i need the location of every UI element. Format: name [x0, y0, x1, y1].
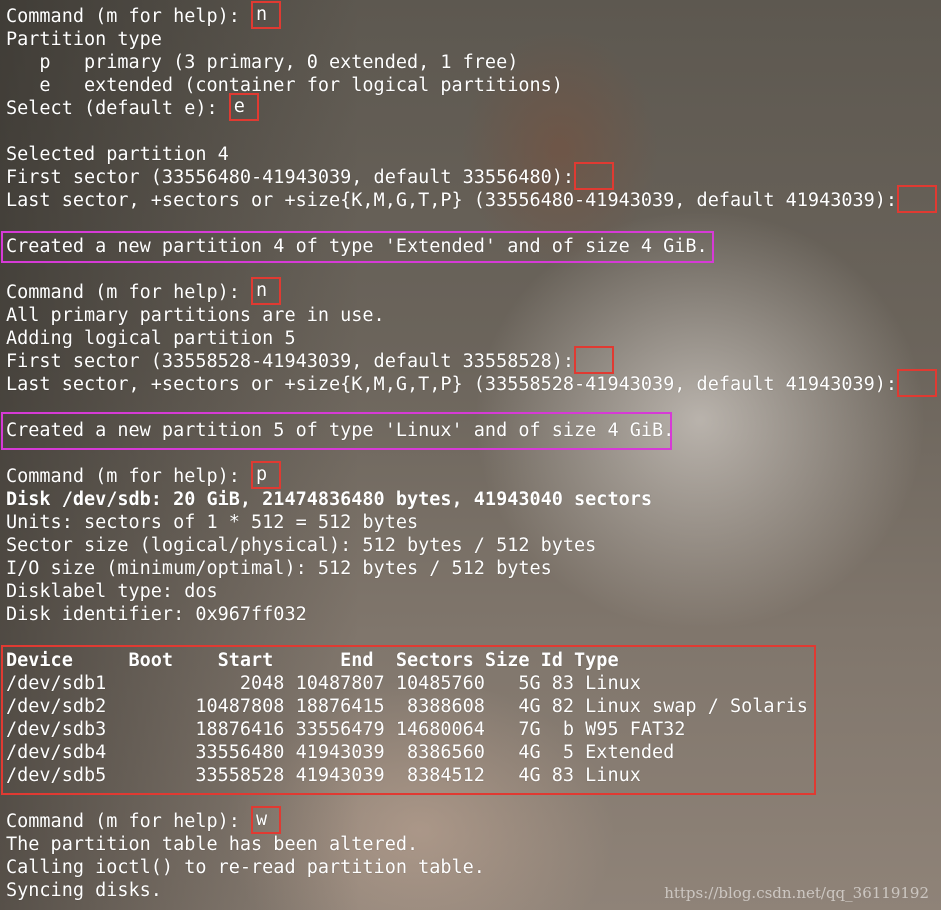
typed-input-box: w [251, 806, 282, 834]
typed-input-box [897, 369, 938, 397]
terminal-line: Disklabel type: dos [6, 581, 218, 602]
terminal-line: I/O size (minimum/optimal): 512 bytes / … [6, 558, 552, 579]
terminal-line: e extended (container for logical partit… [6, 75, 563, 96]
terminal-line: First sector (33556480-41943039, default… [6, 162, 941, 190]
terminal-line: Partition type [6, 29, 162, 50]
terminal-line: Adding logical partition 5 [6, 328, 296, 349]
partition-5-created-highlight [1, 412, 672, 450]
terminal-line: Units: sectors of 1 * 512 = 512 bytes [6, 512, 419, 533]
partition-4-created-highlight [1, 231, 714, 263]
disk-summary-line: Disk /dev/sdb: 20 GiB, 21474836480 bytes… [6, 489, 653, 510]
terminal-line: Command (m for help): p [6, 461, 941, 489]
terminal-line: Disk identifier: 0x967ff032 [6, 604, 307, 625]
terminal-line: The partition table has been altered. [6, 834, 419, 855]
terminal-line: Calling ioctl() to re-read partition tab… [6, 857, 485, 878]
terminal-line: Command (m for help): n [6, 1, 941, 29]
partition-table-highlight [1, 645, 816, 795]
terminal-line: Selected partition 4 [6, 144, 229, 165]
terminal-line: Command (m for help): w [6, 806, 941, 834]
typed-input-box [897, 185, 938, 213]
typed-input-box: e [228, 93, 259, 121]
watermark: https://blog.csdn.net/qq_36119192 [664, 884, 929, 902]
terminal-line: First sector (33558528-41943039, default… [6, 346, 941, 374]
terminal-line: Last sector, +sectors or +size{K,M,G,T,P… [6, 369, 941, 397]
typed-input-box: n [251, 1, 282, 29]
typed-input-box: p [251, 461, 282, 489]
terminal-line: Command (m for help): n [6, 277, 941, 305]
typed-input-box [574, 346, 615, 374]
terminal-line: All primary partitions are in use. [6, 305, 385, 326]
terminal-line: p primary (3 primary, 0 extended, 1 free… [6, 52, 519, 73]
typed-input-box: n [251, 277, 282, 305]
terminal-line: Last sector, +sectors or +size{K,M,G,T,P… [6, 185, 941, 213]
terminal-line: Sector size (logical/physical): 512 byte… [6, 535, 597, 556]
typed-input-box [574, 162, 615, 190]
terminal-line: Select (default e): e [6, 93, 941, 121]
